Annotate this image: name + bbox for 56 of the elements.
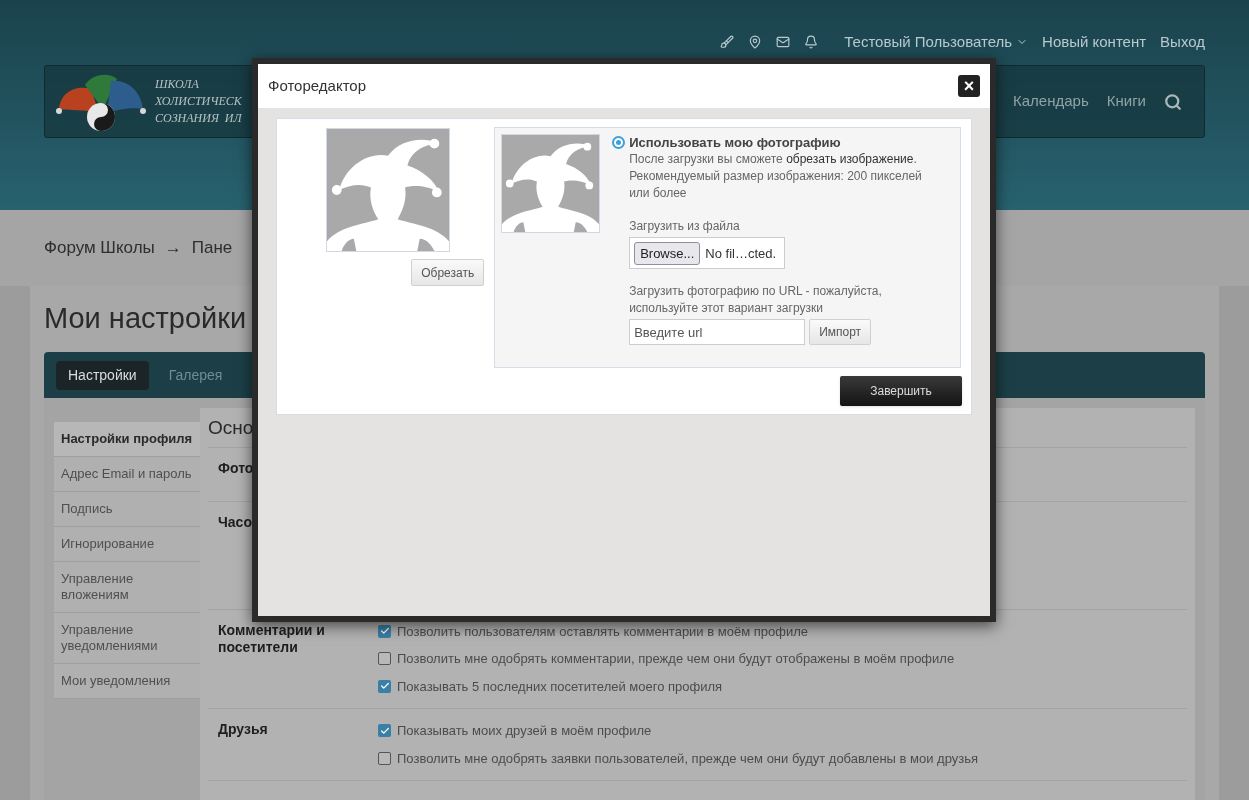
tab[interactable]: Настройки	[56, 360, 149, 390]
checkbox[interactable]	[378, 624, 391, 638]
file-field[interactable]: Browse... No fil…cted.	[629, 237, 786, 269]
close-button[interactable]: ×	[958, 75, 980, 97]
option-label: Позволить пользователям оставлять комментарии в моём профиле	[397, 622, 808, 641]
pin-icon[interactable]	[748, 35, 763, 49]
finish-button[interactable]: Завершить	[840, 376, 962, 406]
group-label: Друзья	[218, 721, 269, 739]
option-label: Позволить мне одобрять комментарии, прежде чем они будут отображены в моём профиле	[397, 650, 955, 668]
logo-text: СОЗНАНИЯ ИЛ	[155, 110, 243, 127]
sidebar-item[interactable]: Подпись	[54, 492, 200, 527]
option-label: Показывать 5 последних посетителей моего профиля	[397, 677, 723, 696]
group-label: Фото	[218, 459, 255, 478]
header-link[interactable]: Выход	[1160, 30, 1205, 54]
radio-button[interactable]	[612, 136, 626, 149]
sidebar-item[interactable]: Управление уведомлениями	[54, 613, 200, 664]
checkbox[interactable]	[378, 751, 391, 765]
checkbox[interactable]	[378, 652, 391, 666]
group-label: Часо	[218, 513, 253, 532]
sidebar-item[interactable]: Адрес Email и пароль	[54, 457, 200, 492]
url-field[interactable]: Введите url	[629, 319, 806, 345]
bell-icon[interactable]	[804, 35, 819, 49]
breadcrumb-link[interactable]: Форум Школы	[44, 235, 155, 261]
sidebar-item[interactable]: Управление вложениям	[54, 562, 200, 613]
checkbox[interactable]	[378, 679, 391, 693]
hint-text: После загрузки вы сможете обрезать изображение.	[629, 151, 918, 168]
option-label: Использовать мою фотографию	[629, 134, 841, 151]
page-title: Мои настройки	[44, 301, 247, 336]
import-button[interactable]: Импорт	[809, 319, 872, 345]
logo-text: ШКОЛА	[155, 76, 200, 93]
logo-text: ХОЛИСТИЧЕСК	[155, 93, 243, 110]
header-link[interactable]: Новый контент	[1042, 30, 1147, 54]
sidebar-item[interactable]: Мои уведомления	[54, 664, 200, 699]
option-label: Позволить мне одобрять заявки пользователей, прежде чем они будут добавлены в мои друзья	[397, 749, 979, 768]
tab[interactable]: Галерея	[156, 360, 235, 390]
dialog-title: Фоторедактор	[268, 75, 367, 96]
browse-button[interactable]: Browse...	[634, 241, 701, 265]
search-icon[interactable]	[1164, 92, 1182, 111]
file-status: No fil…cted.	[705, 244, 777, 262]
mail-icon[interactable]	[776, 35, 791, 49]
section-title: Осно	[208, 417, 254, 438]
nav-link[interactable]: Книги	[1106, 90, 1146, 113]
crop-button[interactable]: Обрезать	[411, 259, 485, 286]
nav-link[interactable]: Календарь	[1013, 90, 1089, 113]
hint-text: Рекомендуемый размер изображения: 200 пикселей или более	[629, 168, 923, 202]
breadcrumb-separator: →	[164, 237, 182, 260]
user-menu[interactable]: Тестовый Пользователь	[844, 30, 1029, 54]
field-label: Загрузить из файла	[629, 218, 741, 235]
checkbox[interactable]	[378, 724, 391, 738]
brush-icon[interactable]	[720, 35, 735, 49]
group-label: Комментарии и посетители	[218, 621, 326, 657]
sidebar-item[interactable]: Настройки профиля	[54, 422, 200, 457]
option-label: Показывать моих друзей в моём профиле	[397, 722, 652, 740]
field-label: Загрузить фотографию по URL - пожалуйста, используйте этот вариант загрузки	[629, 283, 883, 317]
sidebar-item[interactable]: Игнорирование	[54, 527, 200, 562]
breadcrumb-link[interactable]: Пане	[191, 235, 233, 261]
